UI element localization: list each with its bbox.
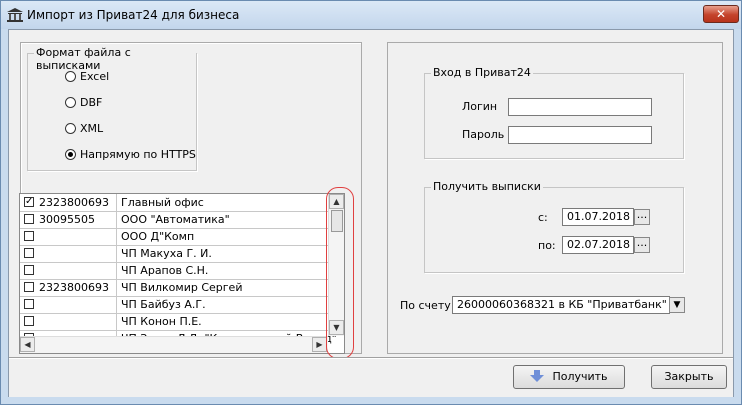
account-code-cell: 2323800693 — [39, 281, 109, 294]
radio-button[interactable] — [65, 96, 76, 108]
account-name-cell: ЧП Байбуз А.Г. — [121, 298, 206, 311]
table-row[interactable]: ЧП Байбуз А.Г. — [20, 296, 328, 314]
account-name-cell: ЧП Конон П.Е. — [121, 315, 202, 328]
account-select-label: По счету — [400, 299, 451, 312]
radio-dbf[interactable]: DBF — [65, 94, 102, 110]
row-checkbox[interactable] — [24, 214, 34, 224]
account-code-cell: 30095505 — [39, 213, 95, 226]
bank-icon — [7, 8, 23, 22]
title-bar: Импорт из Приват24 для бизнеса ✕ — [1, 1, 741, 29]
row-checkbox-checked[interactable]: ✓ — [24, 197, 34, 207]
accounts-grid: ✓ 2323800693 Главный офис 30095505 ООО "Авто… — [19, 193, 345, 354]
vertical-scrollbar[interactable]: ▲ ▼ — [328, 194, 344, 336]
horizontal-scrollbar[interactable]: ◀ ▶ — [20, 336, 328, 353]
period-groupbox: Получить выписки — [424, 180, 684, 273]
fetch-button[interactable]: Получить — [513, 365, 625, 389]
password-label: Пароль — [462, 128, 505, 141]
row-checkbox[interactable] — [24, 248, 34, 258]
radio-button[interactable] — [65, 70, 76, 82]
row-checkbox[interactable] — [24, 265, 34, 275]
period-group-title: Получить выписки — [431, 180, 543, 193]
chevron-down-icon[interactable]: ▼ — [669, 297, 685, 313]
button-bar: Получить Закрыть — [9, 357, 733, 397]
radio-button[interactable] — [65, 122, 76, 134]
radio-label: XML — [80, 121, 104, 135]
account-code-cell: 2323800693 — [39, 196, 109, 209]
account-name-cell: ЧП Вилкомир Сергей — [121, 281, 243, 294]
date-to-picker-button[interactable]: ... — [634, 237, 650, 253]
radio-https[interactable]: Напрямую по HTTPS — [65, 146, 196, 162]
row-checkbox[interactable] — [24, 299, 34, 309]
table-row[interactable]: ЧП Арапов С.Н. — [20, 262, 328, 280]
account-name-cell: ООО "Автоматика" — [121, 213, 230, 226]
dialog-body: Формат файла с выписками Excel DBF XML Н… — [8, 29, 734, 397]
radio-button-selected[interactable] — [65, 148, 76, 160]
login-group-title: Вход в Приват24 — [431, 66, 533, 79]
radio-label: DBF — [80, 95, 103, 109]
account-name-cell: ЧП Макуха Г. И. — [121, 247, 212, 260]
table-row[interactable]: ООО Д"Комп — [20, 228, 328, 246]
login-input[interactable] — [508, 98, 652, 116]
scroll-down-icon[interactable]: ▼ — [329, 320, 344, 335]
account-name-cell: ООО Д"Комп — [121, 230, 195, 243]
radio-xml[interactable]: XML — [65, 120, 103, 136]
format-group-title: Формат файла с выписками — [34, 46, 196, 72]
import-window: Импорт из Приват24 для бизнеса ✕ Формат … — [0, 0, 742, 405]
arrow-down-icon — [530, 370, 545, 382]
radio-excel[interactable]: Excel — [65, 68, 109, 84]
row-checkbox[interactable] — [24, 231, 34, 241]
account-select[interactable]: 26000060368321 в КБ "Приватбанк" МФО — [452, 296, 670, 314]
scroll-left-icon[interactable]: ◀ — [20, 337, 35, 352]
window-title: Импорт из Приват24 для бизнеса — [27, 8, 240, 22]
radio-label: Напрямую по HTTPS — [80, 147, 196, 161]
right-panel: Вход в Приват24 Логин Пароль Получить вы… — [387, 42, 723, 354]
date-to-input[interactable]: 02.07.2018 — [562, 236, 634, 254]
password-input[interactable] — [508, 126, 652, 144]
login-groupbox: Вход в Приват24 — [424, 66, 684, 159]
date-to-label: по: — [538, 239, 556, 252]
table-row[interactable]: 30095505 ООО "Автоматика" — [20, 211, 328, 229]
account-name-cell: Главный офис — [121, 196, 204, 209]
date-from-input[interactable]: 01.07.2018 — [562, 208, 634, 226]
scroll-up-icon[interactable]: ▲ — [329, 194, 344, 209]
scroll-right-icon[interactable]: ▶ — [312, 337, 327, 352]
row-checkbox[interactable] — [24, 282, 34, 292]
window-close-button[interactable]: ✕ — [703, 5, 739, 23]
login-label: Логин — [462, 100, 498, 113]
date-from-label: с: — [538, 211, 548, 224]
table-row[interactable]: ✓ 2323800693 Главный офис — [20, 194, 328, 212]
table-row[interactable]: 2323800693 ЧП Вилкомир Сергей — [20, 279, 328, 297]
fetch-button-label: Получить — [552, 370, 608, 383]
radio-label: Excel — [80, 69, 110, 83]
account-select-value: 26000060368321 в КБ "Приватбанк" МФО — [457, 298, 669, 311]
row-checkbox[interactable] — [24, 316, 34, 326]
date-from-picker-button[interactable]: ... — [634, 209, 650, 225]
table-row[interactable]: ЧП Конон П.Е. — [20, 313, 328, 331]
account-name-cell: ЧП Арапов С.Н. — [121, 264, 209, 277]
table-row[interactable]: ЧП Макуха Г. И. — [20, 245, 328, 263]
close-button[interactable]: Закрыть — [651, 365, 727, 389]
scroll-thumb[interactable] — [331, 210, 343, 232]
